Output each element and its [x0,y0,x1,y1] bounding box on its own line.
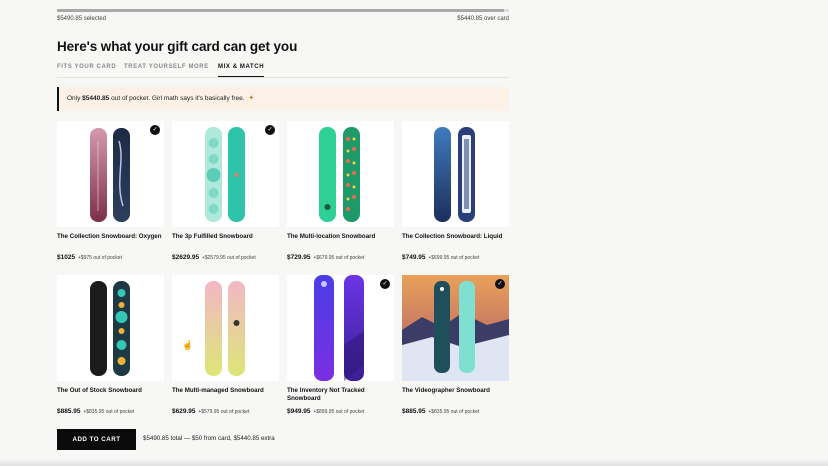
price-value: $2629.95 [172,254,200,261]
checkmark-icon[interactable]: ✓ [265,125,275,135]
product-image-videographer[interactable] [402,275,509,381]
progress-fill [57,9,505,12]
product-image-oxygen[interactable] [57,121,164,227]
product-image-multi-location[interactable] [287,121,394,227]
price-value: $1025 [57,254,76,261]
add-to-cart-button[interactable]: ADD TO CART [57,429,136,450]
product-price: $749.95 +$699.95 out of pocket [402,254,517,261]
bottom-shadow [0,460,828,466]
banner-suffix: out of pocket. Girl math says it's basic… [109,95,245,102]
gift-card-progress-bar [57,9,509,12]
hand-pointer-icon: ☝ [182,340,194,350]
product-image-3p-fulfilled[interactable] [172,121,279,227]
product-name[interactable]: The Collection Snowboard: Liquid [402,233,509,241]
out-of-pocket-value: +$679.95 out of pocket [313,255,365,261]
banner-amount: $5440.85 [82,95,110,102]
product-name[interactable]: The Inventory Not Tracked Snowboard [287,387,394,403]
product-image-inventory-not-tracked[interactable] [287,275,394,381]
product-price: $729.95 +$679.95 out of pocket [287,254,402,261]
price-value: $885.95 [57,408,81,415]
over-card-amount: $5440.85 over card [457,16,509,22]
price-value: $949.95 [287,408,311,415]
product-price: $885.95 +$835.95 out of pocket [57,408,172,415]
tab-treat-yourself-more[interactable]: TREAT YOURSELF MORE [124,64,209,77]
price-value: $729.95 [287,254,311,261]
product-price: $885.95 +$835.95 out of pocket [402,408,517,415]
price-value: $885.95 [402,408,426,415]
banner-prefix: Only [67,95,83,102]
page-title: Here's what your gift card can get you [57,39,298,54]
product-name[interactable]: The Videographer Snowboard [402,387,509,395]
checkmark-icon[interactable]: ✓ [495,279,505,289]
party-icon: ✦ [248,95,255,102]
selection-summary: $5490.85 selected $5440.85 over card [57,16,509,22]
cart-summary: $5490.85 total — $50 from card, $5440.85… [143,435,275,442]
product-name[interactable]: The 3p Fulfilled Snowboard [172,233,279,241]
selected-amount: $5490.85 selected [57,16,107,22]
product-price: $1025 +$975 out of pocket [57,254,172,261]
out-of-pocket-value: +$899.95 out of pocket [313,409,365,415]
product-price: $949.95 +$899.95 out of pocket [287,408,402,415]
out-of-pocket-value: +$975 out of pocket [77,255,122,261]
tab-bar: FITS YOUR CARD TREAT YOURSELF MORE MIX &… [57,64,509,78]
product-image-out-of-stock[interactable] [57,275,164,381]
price-value: $749.95 [402,254,426,261]
price-value: $629.95 [172,408,196,415]
product-name[interactable]: The Multi-location Snowboard [287,233,394,241]
product-name[interactable]: The Out of Stock Snowboard [57,387,164,395]
out-of-pocket-value: +$699.95 out of pocket [428,255,480,261]
product-price: $629.95 +$579.95 out of pocket [172,408,287,415]
out-of-pocket-banner: Only $5440.85 out of pocket. Girl math s… [57,87,509,111]
out-of-pocket-value: +$2579.95 out of pocket [201,255,256,261]
product-name[interactable]: The Collection Snowboard: Oxygen [57,233,164,241]
checkmark-icon[interactable]: ✓ [150,125,160,135]
product-price: $2629.95 +$2579.95 out of pocket [172,254,287,261]
product-image-multi-managed[interactable] [172,275,279,381]
tab-mix-and-match[interactable]: MIX & MATCH [218,64,265,77]
product-name[interactable]: The Multi-managed Snowboard [172,387,279,395]
out-of-pocket-value: +$835.95 out of pocket [83,409,135,415]
out-of-pocket-value: +$835.95 out of pocket [428,409,480,415]
product-image-liquid[interactable] [402,121,509,227]
out-of-pocket-value: +$579.95 out of pocket [198,409,250,415]
checkmark-icon[interactable]: ✓ [380,279,390,289]
tab-fits-your-card[interactable]: FITS YOUR CARD [57,64,116,77]
